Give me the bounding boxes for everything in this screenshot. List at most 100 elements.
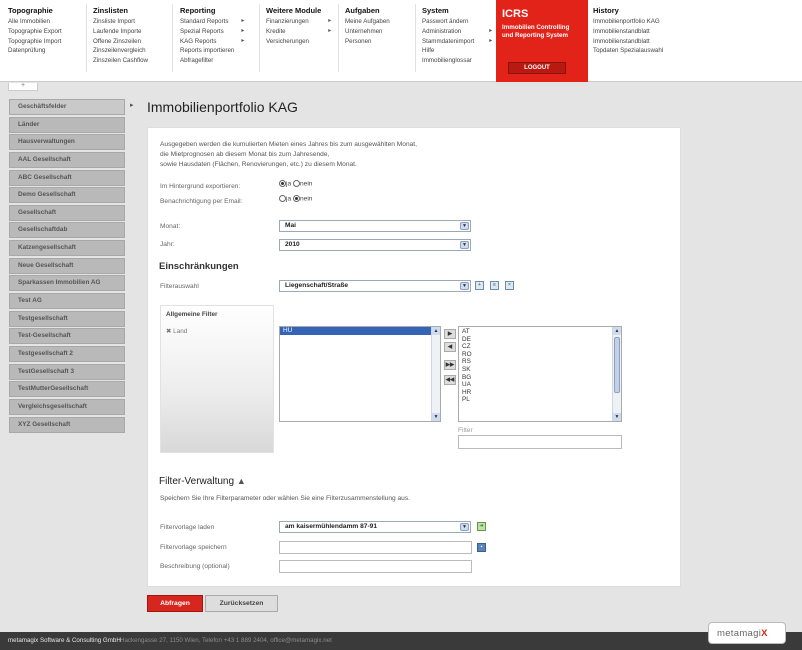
menu-item[interactable]: Standard Reports ▸: [180, 17, 244, 27]
selected-countries-list[interactable]: HU ▲ ▼: [279, 326, 441, 422]
sidebar-item[interactable]: Demo Gesellschaft: [9, 187, 125, 204]
load-arrow-icon[interactable]: ➜: [477, 522, 486, 531]
move-all-left-button[interactable]: ◀◀: [444, 375, 456, 385]
sidebar-item[interactable]: Testgesellschaft: [9, 310, 125, 327]
collapse-up-icon[interactable]: ▲: [237, 476, 246, 486]
sidebar-item[interactable]: Hausverwaltungen: [9, 134, 125, 151]
scroll-up-icon[interactable]: ▲: [432, 327, 440, 335]
history-item[interactable]: Immobilienstandblatt: [593, 27, 663, 37]
menu-item[interactable]: Reports importieren: [180, 46, 234, 56]
sidebar-item[interactable]: Gesellschaft: [9, 204, 125, 221]
sidebar-item[interactable]: Sparkassen Immobilien AG: [9, 275, 125, 292]
menu-item[interactable]: Offene Zinszeilen: [93, 37, 148, 47]
list-item[interactable]: UA: [459, 381, 621, 389]
list-item[interactable]: PL: [459, 396, 621, 404]
scrollbar[interactable]: ▲ ▼: [431, 327, 440, 421]
add-filter-icon[interactable]: +: [475, 281, 484, 290]
sidebar-item[interactable]: Länder: [9, 116, 125, 133]
list-item[interactable]: HU: [280, 327, 431, 335]
menu-item[interactable]: Topographie Import: [8, 37, 62, 47]
sidebar-item[interactable]: Test AG: [9, 293, 125, 310]
menu-item[interactable]: Zinszeilenvergleich: [93, 46, 148, 56]
list-item[interactable]: DE: [459, 336, 621, 344]
menu-item[interactable]: Abfragefilter: [180, 56, 234, 66]
menu-head-aufgaben[interactable]: Aufgaben: [345, 6, 390, 15]
country-filter-input[interactable]: [458, 435, 622, 449]
menu-head-system[interactable]: System: [422, 6, 474, 15]
radio-nein[interactable]: [292, 195, 300, 202]
sidebar-item[interactable]: Katzengesellschaft: [9, 240, 125, 257]
sidebar-item[interactable]: TestMutterGesellschaft: [9, 381, 125, 398]
menu-item[interactable]: Hilfe: [422, 46, 474, 56]
scrollbar[interactable]: ▲ ▼: [612, 327, 621, 421]
load-template-select[interactable]: am kaisermühlendamm 87-91 ▼: [279, 521, 471, 533]
year-select[interactable]: 2010 ▼: [279, 239, 471, 251]
save-template-input[interactable]: [279, 541, 472, 554]
menu-head-weitere[interactable]: Weitere Module: [266, 6, 321, 15]
menu-toggle-icon[interactable]: +: [8, 82, 38, 91]
description-input[interactable]: [279, 560, 472, 573]
list-item[interactable]: RS: [459, 358, 621, 366]
list-item[interactable]: AT: [459, 328, 621, 336]
sidebar-item[interactable]: Neue Gesellschaft: [9, 257, 125, 274]
menu-item[interactable]: Alle Immobilien: [8, 17, 62, 27]
menu-item[interactable]: Spezial Reports ▸: [180, 27, 244, 37]
menu-item[interactable]: Stammdatenimport ▸: [422, 37, 492, 47]
save-disk-icon[interactable]: ▪: [477, 543, 486, 552]
sidebar-item[interactable]: XYZ Gesellschaft: [9, 416, 125, 433]
menu-item[interactable]: Kredite ▸: [266, 27, 331, 37]
menu-item[interactable]: Finanzierungen ▸: [266, 17, 331, 27]
remove-icon[interactable]: ✖: [166, 328, 171, 335]
list-item[interactable]: HR: [459, 389, 621, 397]
menu-item[interactable]: KAG Reports ▸: [180, 37, 244, 47]
history-item[interactable]: Immobilienstandblatt: [593, 37, 663, 47]
scroll-down-icon[interactable]: ▼: [432, 413, 440, 421]
menu-item[interactable]: Zinszeilen Cashflow: [93, 56, 148, 66]
history-item[interactable]: Topdaten Spezialauswahl: [593, 46, 663, 56]
menu-item[interactable]: Personen: [345, 37, 390, 47]
menu-item[interactable]: Laufende Importe: [93, 27, 148, 37]
available-countries-list[interactable]: AT DE CZ RO RS SK BG UA HR PL ▲ ▼: [458, 326, 622, 422]
sidebar-item[interactable]: Test-Gesellschaft: [9, 328, 125, 345]
sidebar-item[interactable]: ABC Gesellschaft: [9, 169, 125, 186]
menu-head-history[interactable]: History: [593, 6, 663, 15]
move-left-button[interactable]: ◀: [444, 342, 456, 352]
sidebar-item[interactable]: TestGesellschaft 3: [9, 363, 125, 380]
menu-item[interactable]: Immobilienglossar: [422, 56, 474, 66]
menu-head-zinslisten[interactable]: Zinslisten: [93, 6, 148, 15]
filter-choice-select[interactable]: Liegenschaft/Straße ▼: [279, 280, 471, 292]
list-item[interactable]: SK: [459, 366, 621, 374]
submit-query-button[interactable]: Abfragen: [147, 595, 203, 612]
radio-ja[interactable]: [279, 195, 286, 202]
list-item[interactable]: CZ: [459, 343, 621, 351]
copy-filter-icon[interactable]: ≡: [490, 281, 499, 290]
menu-head-reporting[interactable]: Reporting: [180, 6, 234, 15]
sidebar-item[interactable]: Gesellschaftdab: [9, 222, 125, 239]
sidebar-item[interactable]: Testgesellschaft 2: [9, 345, 125, 362]
sidebar-item[interactable]: AAL Gesellschaft: [9, 151, 125, 168]
sidebar-item[interactable]: Geschäftsfelder: [9, 99, 125, 115]
month-select[interactable]: Mai ▼: [279, 220, 471, 232]
list-item[interactable]: RO: [459, 351, 621, 359]
logout-button[interactable]: LOGOUT: [508, 62, 566, 74]
menu-item[interactable]: Versicherungen: [266, 37, 321, 47]
move-right-button[interactable]: ▶: [444, 329, 456, 339]
history-item[interactable]: Immobilienportfolio KAG: [593, 17, 663, 27]
delete-filter-icon[interactable]: ×: [505, 281, 514, 290]
sidebar-item[interactable]: Vergleichsgesellschaft: [9, 398, 125, 415]
list-item[interactable]: BG: [459, 374, 621, 382]
menu-item[interactable]: Meine Aufgaben: [345, 17, 390, 27]
radio-ja[interactable]: [279, 180, 286, 187]
menu-item[interactable]: Topographie Export: [8, 27, 62, 37]
menu-item[interactable]: Unternehmen: [345, 27, 390, 37]
menu-item[interactable]: Passwort ändern: [422, 17, 474, 27]
move-all-right-button[interactable]: ▶▶: [444, 360, 456, 370]
scroll-thumb[interactable]: [614, 337, 620, 393]
radio-nein[interactable]: [292, 180, 300, 187]
menu-item[interactable]: Zinsliste Import: [93, 17, 148, 27]
reset-button[interactable]: Zurücksetzen: [205, 595, 278, 612]
scroll-up-icon[interactable]: ▲: [613, 327, 621, 335]
menu-item[interactable]: Datenprüfung: [8, 46, 62, 56]
scroll-down-icon[interactable]: ▼: [613, 413, 621, 421]
menu-head-topographie[interactable]: Topographie: [8, 6, 62, 15]
